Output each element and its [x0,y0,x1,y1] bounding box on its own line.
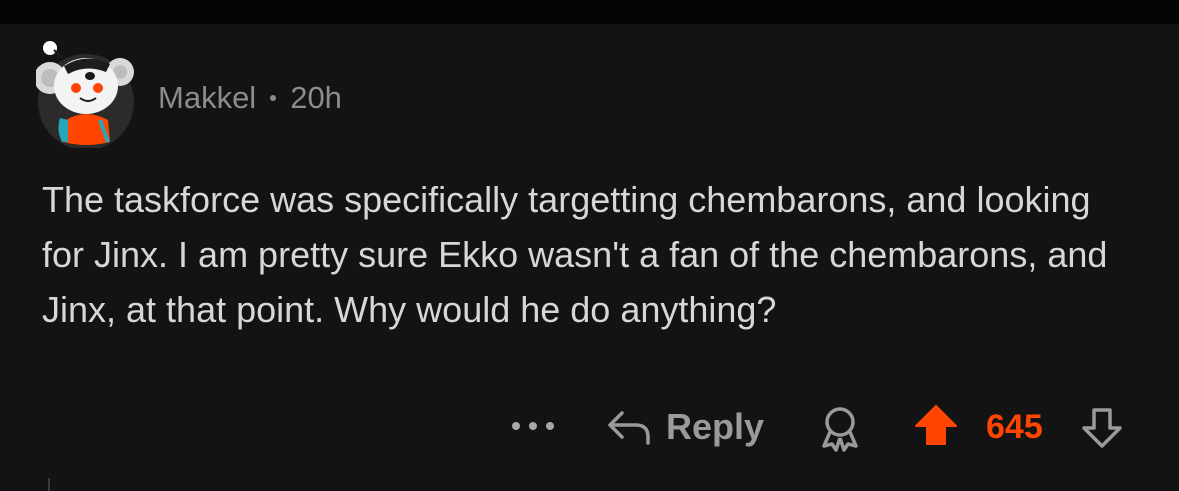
comment-header: Makkel 20h [158,78,342,118]
user-avatar[interactable] [34,38,136,150]
comment-actions: Reply 645 [0,400,1179,452]
vote-count: 645 [986,408,1043,446]
snoo-koala-avatar-icon [34,41,134,150]
upvote-arrow-icon [915,405,957,445]
username[interactable]: Makkel [158,80,256,116]
thread-line [48,478,50,491]
reply-button[interactable]: Reply [606,404,764,450]
downvote-arrow-icon [1082,408,1122,448]
award-button[interactable] [816,404,864,452]
upvote-button[interactable] [912,402,960,450]
downvote-button[interactable] [1078,402,1126,450]
ellipsis-icon [512,422,520,430]
comment-timestamp: 20h [290,80,342,115]
comment-screen: Makkel 20h The taskforce was specificall… [0,0,1179,491]
comment-body: The taskforce was specifically targettin… [42,179,1108,330]
top-bar [0,0,1179,24]
separator-dot [270,95,277,101]
more-options-button[interactable] [512,414,554,438]
reply-arrow-icon [608,411,650,445]
reply-label: Reply [666,406,765,447]
award-icon [822,407,858,452]
